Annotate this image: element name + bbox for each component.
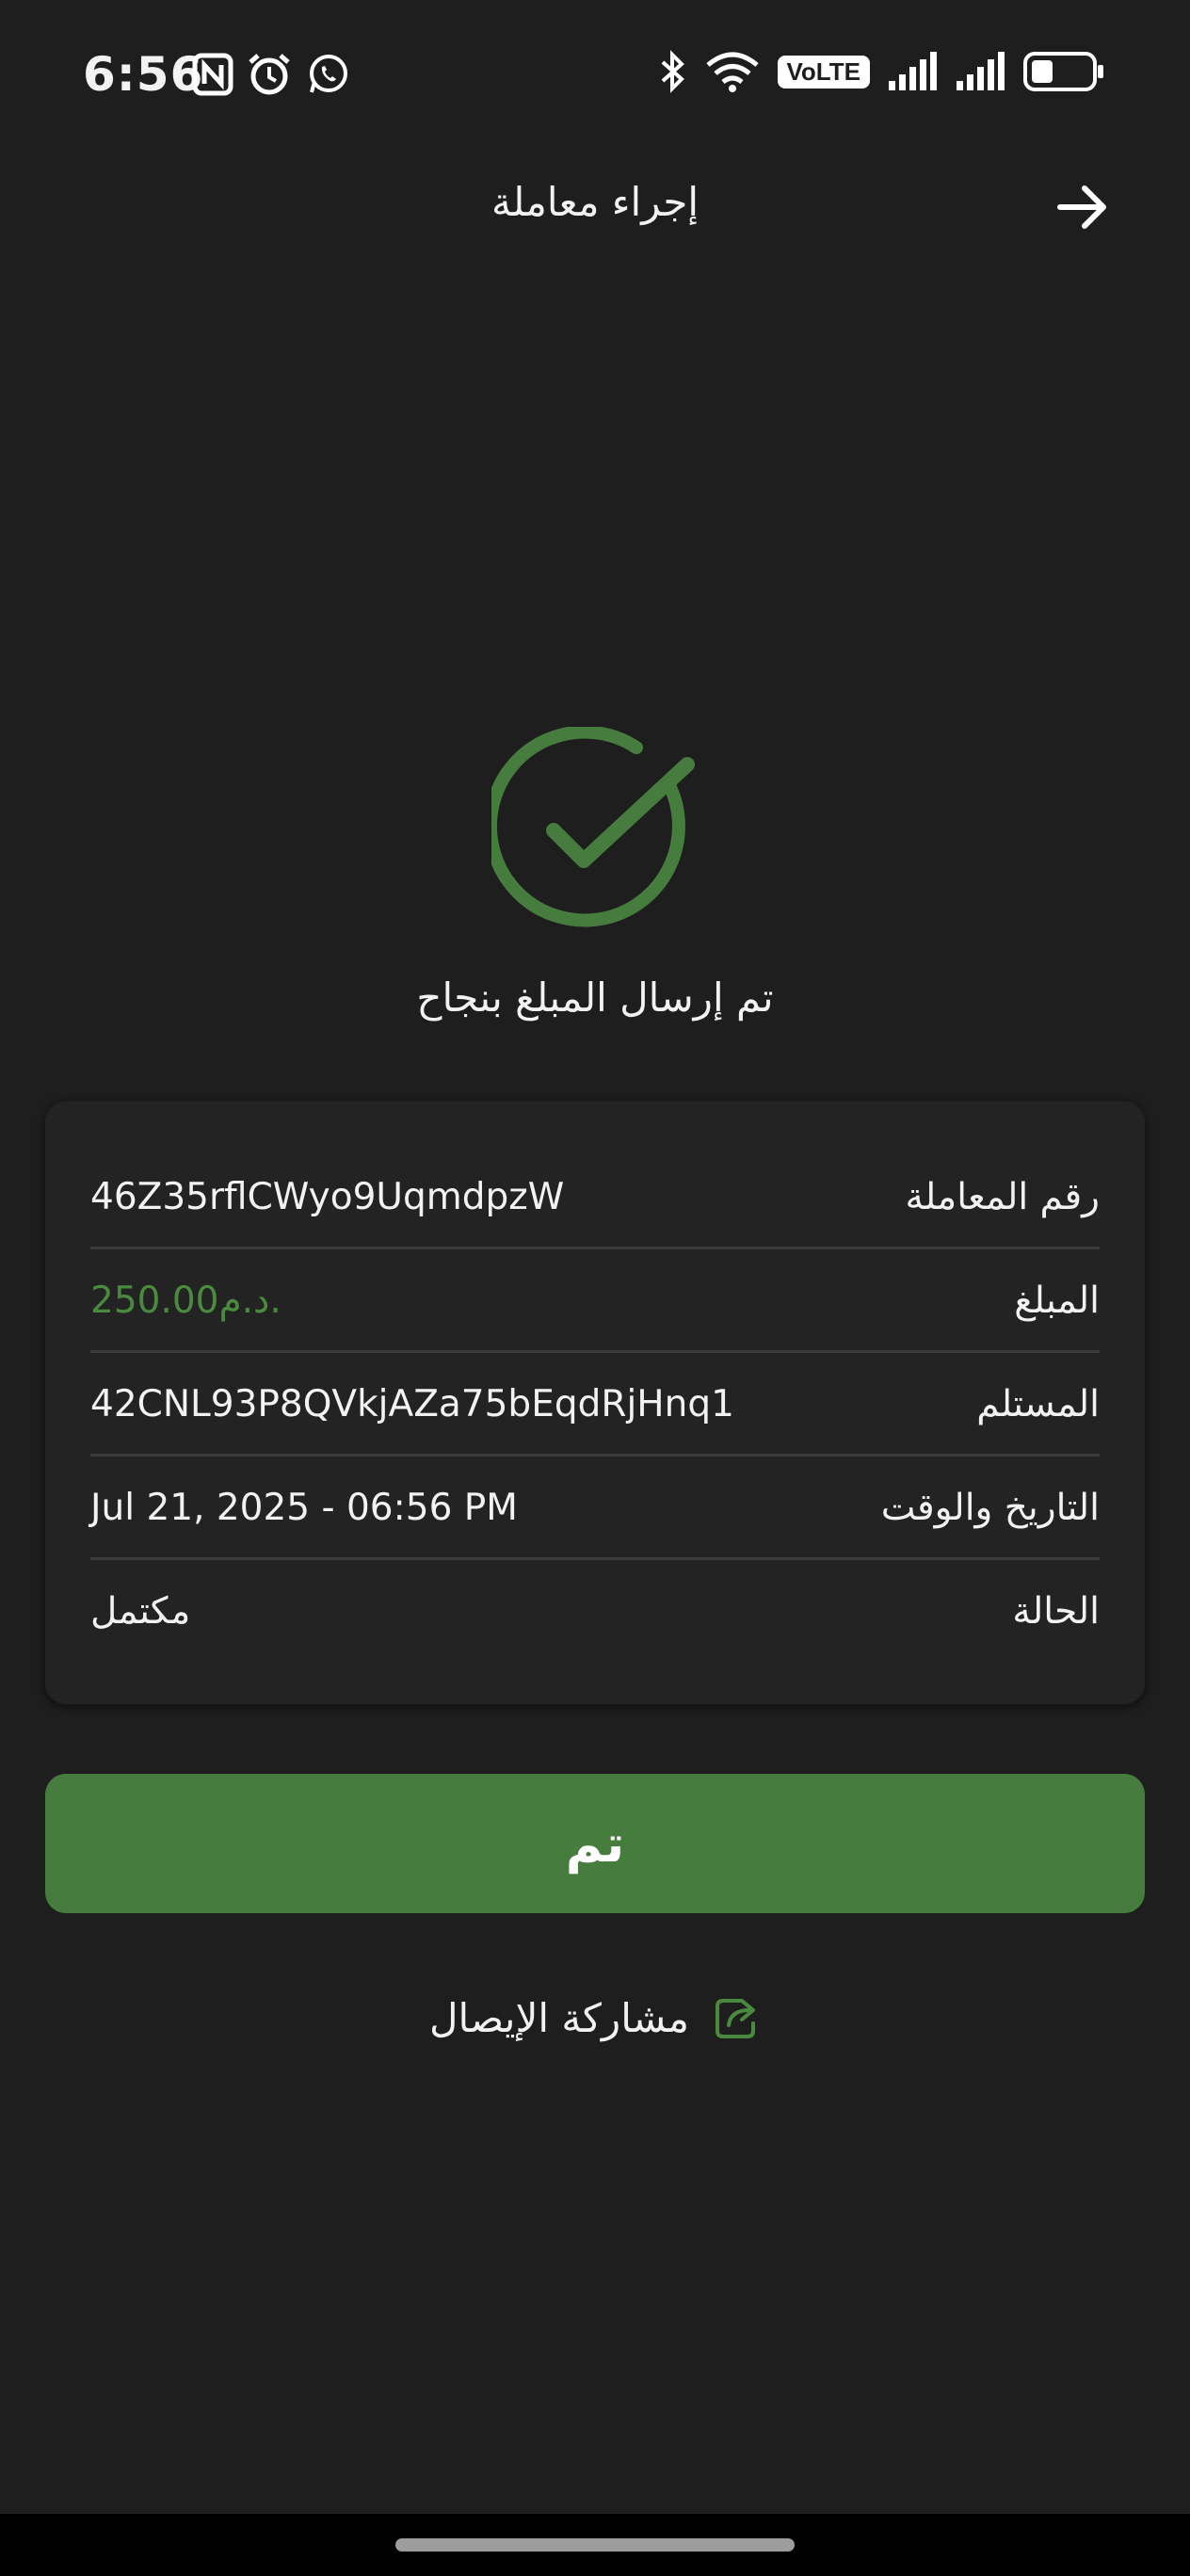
detail-row-recipient: 42CNL93P8QVkjAZa75bEqdRjHnq1 المستلم (90, 1352, 1100, 1456)
detail-row-datetime: Jul 21, 2025 - 06:56 PM التاريخ والوقت (90, 1456, 1100, 1559)
transaction-details-card: 46Z35rflCWyo9UqmdpzW رقم المعاملة 250.00… (45, 1102, 1145, 1704)
status-label: الحالة (1012, 1589, 1100, 1633)
alarm-icon (249, 54, 290, 95)
status-time: 6:56 (83, 47, 204, 102)
status-bar: 6:56 VoLTE (0, 0, 1190, 151)
done-button[interactable]: تم (45, 1774, 1145, 1913)
status-left-icons (192, 53, 350, 96)
datetime-value: Jul 21, 2025 - 06:56 PM (90, 1486, 518, 1529)
page-title: إجراء معاملة (490, 179, 700, 225)
detail-row-status: مكتمل الحالة (90, 1559, 1100, 1663)
arrow-right-icon[interactable] (1054, 179, 1111, 235)
recipient-label: المستلم (976, 1382, 1100, 1425)
volte-badge: VoLTE (777, 55, 870, 89)
amount-value: 250.00د.م. (90, 1279, 281, 1322)
status-right-icons: VoLTE (659, 49, 1105, 94)
recipient-value: 42CNL93P8QVkjAZa75bEqdRjHnq1 (90, 1382, 734, 1425)
transaction-id-value: 46Z35rflCWyo9UqmdpzW (90, 1175, 565, 1218)
success-message: تم إرسال المبلغ بنجاح (416, 974, 774, 1021)
signal-icon (889, 52, 937, 90)
nfc-icon (192, 53, 233, 96)
status-value: مكتمل (90, 1589, 191, 1633)
wifi-icon (705, 52, 759, 92)
bluetooth-icon (661, 50, 684, 93)
signal-icon (957, 52, 1005, 90)
whatsapp-icon (310, 55, 347, 93)
navigation-bar (0, 2514, 1190, 2576)
home-indicator[interactable] (395, 2538, 795, 2552)
detail-row-amount: 250.00د.م. المبلغ (90, 1248, 1100, 1352)
battery-icon (1023, 52, 1103, 91)
check-circle-icon (491, 727, 695, 927)
share-icon (715, 1999, 755, 2038)
transaction-id-label: رقم المعاملة (905, 1175, 1100, 1218)
share-receipt-label: مشاركة الإيصال (429, 1994, 689, 2041)
share-receipt-button[interactable]: مشاركة الإيصال (0, 1985, 1190, 2051)
detail-row-transaction-id: 46Z35rflCWyo9UqmdpzW رقم المعاملة (90, 1145, 1100, 1248)
datetime-label: التاريخ والوقت (880, 1486, 1100, 1529)
amount-label: المبلغ (1014, 1279, 1100, 1322)
